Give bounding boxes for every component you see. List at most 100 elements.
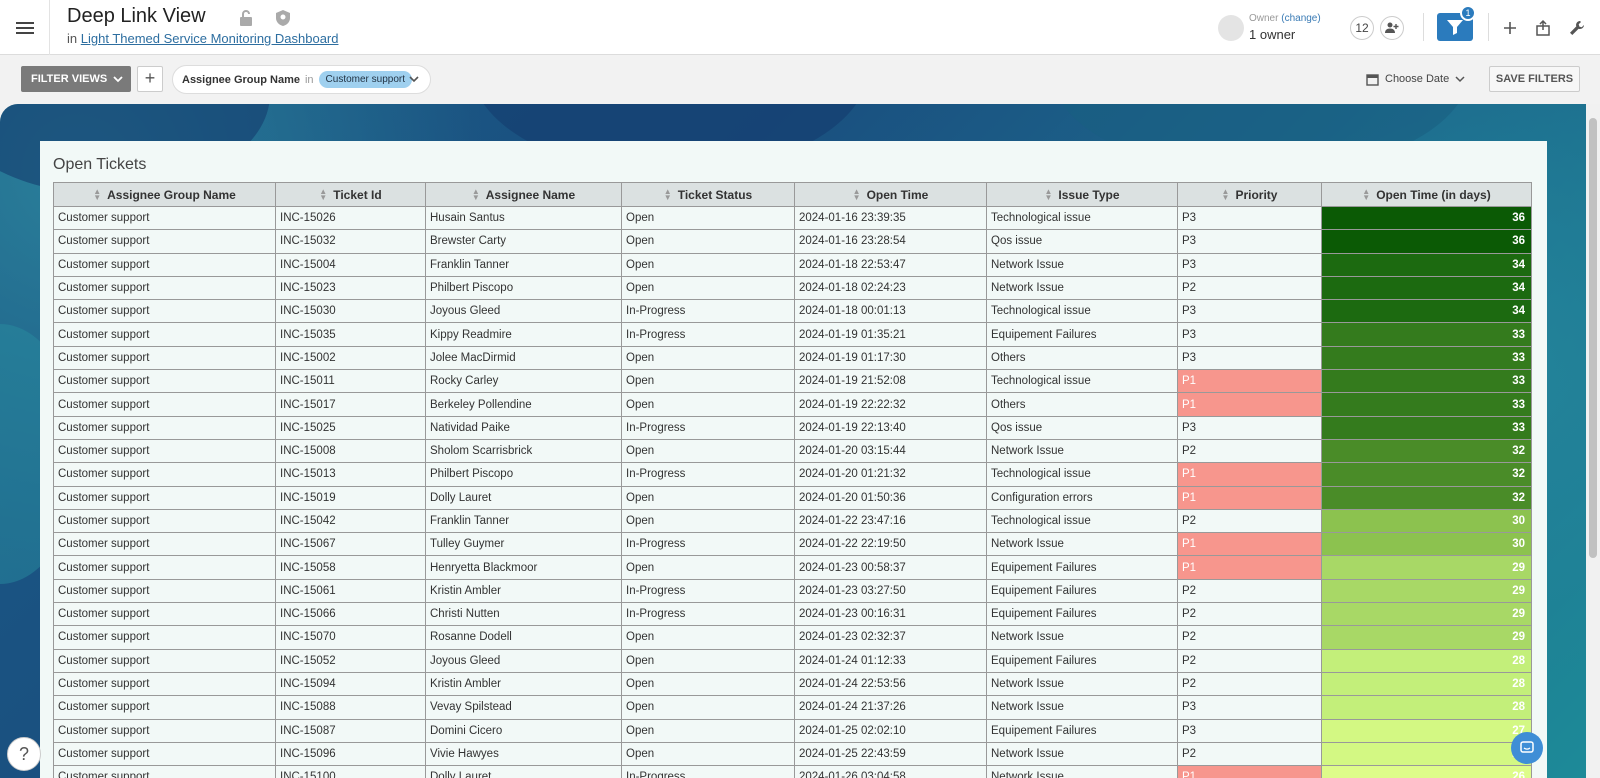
table-row[interactable]: Customer support INC-15002 Jolee MacDirmid… [53, 345, 1532, 371]
dashboard-link[interactable]: Light Themed Service Monitoring Dashboar… [81, 31, 339, 46]
column-header[interactable]: ▲ ▼ Open Time [794, 182, 987, 207]
table-cell: 2024-01-18 02:24:23 [794, 275, 987, 301]
wrench-icon[interactable] [1568, 19, 1586, 37]
table-row[interactable]: Customer support INC-15070 Rosanne Dodell O… [53, 625, 1532, 650]
column-header[interactable]: ▲ ▼ Priority [1177, 182, 1322, 207]
table-cell: Jolee MacDirmid [425, 345, 622, 371]
table-cell: P3 [1177, 718, 1322, 743]
table-row[interactable]: Customer support INC-15061 Kristin Ambler I… [53, 578, 1532, 604]
table-row[interactable]: Customer support INC-15025 Natividad Paike… [53, 415, 1532, 440]
table-cell: Open [621, 392, 795, 417]
filter-chip-operator: in [304, 73, 314, 86]
table-cell: In-Progress [621, 415, 795, 440]
table-cell: P2 [1177, 508, 1322, 534]
column-header[interactable]: ▲ ▼ Ticket Id [275, 182, 426, 207]
filter-chip[interactable]: Assignee Group Name in Customer support [172, 65, 431, 94]
save-filters-button[interactable]: SAVE FILTERS [1489, 66, 1580, 92]
sort-icon[interactable]: ▲ ▼ [93, 188, 101, 202]
table-cell: Rocky Carley [425, 369, 622, 394]
table-row[interactable]: Customer support INC-15052 Joyous Gleed Ope… [53, 648, 1532, 673]
dashboard-canvas: Open Tickets ▲ ▼ Assignee Group Name ▲ ▼ Tick… [0, 104, 1586, 778]
table-cell: Open [621, 345, 795, 371]
column-header[interactable]: ▲ ▼ Assignee Name [425, 182, 622, 207]
table-cell: P2 [1177, 648, 1322, 673]
table-cell: 2024-01-19 22:13:40 [794, 415, 987, 440]
lock-icon[interactable] [238, 9, 254, 27]
owner-value[interactable]: 1 owner [1249, 27, 1295, 42]
sort-icon[interactable]: ▲ ▼ [1044, 188, 1052, 202]
sort-icon[interactable]: ▲ ▼ [319, 188, 327, 202]
add-user-button[interactable] [1380, 16, 1404, 40]
table-cell: Technological issue [986, 508, 1178, 534]
viewer-count-badge[interactable]: 12 [1350, 16, 1374, 40]
table-cell: Network Issue [986, 671, 1178, 697]
table-row[interactable]: Customer support INC-15088 Vevay Spilstead… [53, 695, 1532, 720]
table-cell: P2 [1177, 275, 1322, 301]
table-row[interactable]: Customer support INC-15032 Brewster Carty O… [53, 229, 1532, 254]
table-cell: Open [621, 485, 795, 510]
table-cell: 33 [1321, 345, 1532, 371]
column-header[interactable]: ▲ ▼ Issue Type [986, 182, 1178, 207]
chevron-down-icon[interactable] [408, 73, 420, 85]
table-row[interactable]: Customer support INC-15087 Domini Cicero Op… [53, 718, 1532, 743]
chat-button[interactable] [1511, 732, 1543, 764]
table-row[interactable]: Customer support INC-15011 Rocky Carley Ope… [53, 369, 1532, 394]
table-row[interactable]: Customer support INC-15066 Christi Nutten I… [53, 602, 1532, 627]
table-row[interactable]: Customer support INC-15019 Dolly Lauret Ope… [53, 485, 1532, 510]
table-cell: INC-15066 [275, 602, 426, 627]
column-header[interactable]: ▲ ▼ Open Time (in days) [1321, 182, 1532, 207]
table-cell: Customer support [53, 648, 276, 673]
table-row[interactable]: Customer support INC-15094 Kristin Ambler O… [53, 671, 1532, 697]
sort-icon[interactable]: ▲ ▼ [853, 188, 861, 202]
vertical-scrollbar[interactable] [1586, 104, 1600, 778]
owner-change-link[interactable]: (change) [1281, 13, 1320, 24]
sort-icon[interactable]: ▲ ▼ [664, 188, 672, 202]
table-cell: Kristin Ambler [425, 671, 622, 697]
column-header[interactable]: ▲ ▼ Ticket Status [621, 182, 795, 207]
plus-icon[interactable] [1501, 19, 1519, 37]
table-cell: Open [621, 229, 795, 254]
table-cell: INC-15011 [275, 369, 426, 394]
filter-views-button[interactable]: FILTER VIEWS [21, 66, 131, 92]
table-row[interactable]: Customer support INC-15030 Joyous Gleed In-… [53, 299, 1532, 324]
filter-chip-field: Assignee Group Name [182, 73, 300, 86]
table-cell: Network Issue [986, 438, 1178, 464]
help-button[interactable]: ? [7, 737, 41, 771]
filter-chip-value[interactable]: Customer support [318, 71, 413, 88]
table-cell: Network Issue [986, 252, 1178, 277]
add-filter-button[interactable]: + [137, 66, 163, 92]
menu-button[interactable] [0, 0, 50, 55]
table-row[interactable]: Customer support INC-15023 Philbert Piscop… [53, 275, 1532, 301]
table-cell: Joyous Gleed [425, 648, 622, 673]
column-header-label: Priority [1235, 187, 1278, 202]
scrollbar-thumb[interactable] [1589, 118, 1597, 558]
table-row[interactable]: Customer support INC-15004 Franklin Tanner… [53, 252, 1532, 277]
table-row[interactable]: Customer support INC-15026 Husain Santus Op… [53, 205, 1532, 231]
table-row[interactable]: Customer support INC-15096 Vivie Hawyes Ope… [53, 741, 1532, 767]
table-row[interactable]: Customer support INC-15100 Dolly Lauret In-… [53, 765, 1532, 778]
table-cell: Open [621, 671, 795, 697]
table-row[interactable]: Customer support INC-15013 Philbert Piscop… [53, 462, 1532, 487]
column-header[interactable]: ▲ ▼ Assignee Group Name [53, 182, 276, 207]
sort-icon[interactable]: ▲ ▼ [1222, 188, 1230, 202]
table-cell: 28 [1321, 671, 1532, 697]
table-cell: P1 [1177, 369, 1322, 394]
sort-icon[interactable]: ▲ ▼ [472, 188, 480, 202]
table-cell: P3 [1177, 345, 1322, 371]
table-row[interactable]: Customer support INC-15058 Henryetta Black… [53, 555, 1532, 580]
table-row[interactable]: Customer support INC-15008 Sholom Scarrisb… [53, 438, 1532, 464]
sort-icon[interactable]: ▲ ▼ [1362, 188, 1370, 202]
table-row[interactable]: Customer support INC-15067 Tulley Guymer In… [53, 532, 1532, 557]
column-header-label: Ticket Status [677, 187, 753, 202]
table-cell: Open [621, 275, 795, 301]
table-row[interactable]: Customer support INC-15035 Kippy Readmire I… [53, 322, 1532, 347]
choose-date-button[interactable]: Choose Date [1366, 67, 1474, 91]
table-cell: 2024-01-26 03:04:58 [794, 765, 987, 778]
table-cell: INC-15008 [275, 438, 426, 464]
shield-icon[interactable] [274, 9, 292, 27]
table-row[interactable]: Customer support INC-15042 Franklin Tanner… [53, 508, 1532, 534]
table-cell: Philbert Piscopo [425, 462, 622, 487]
table-row[interactable]: Customer support INC-15017 Berkeley Pollen… [53, 392, 1532, 417]
filter-views-label: FILTER VIEWS [31, 73, 108, 85]
share-icon[interactable] [1534, 19, 1552, 37]
